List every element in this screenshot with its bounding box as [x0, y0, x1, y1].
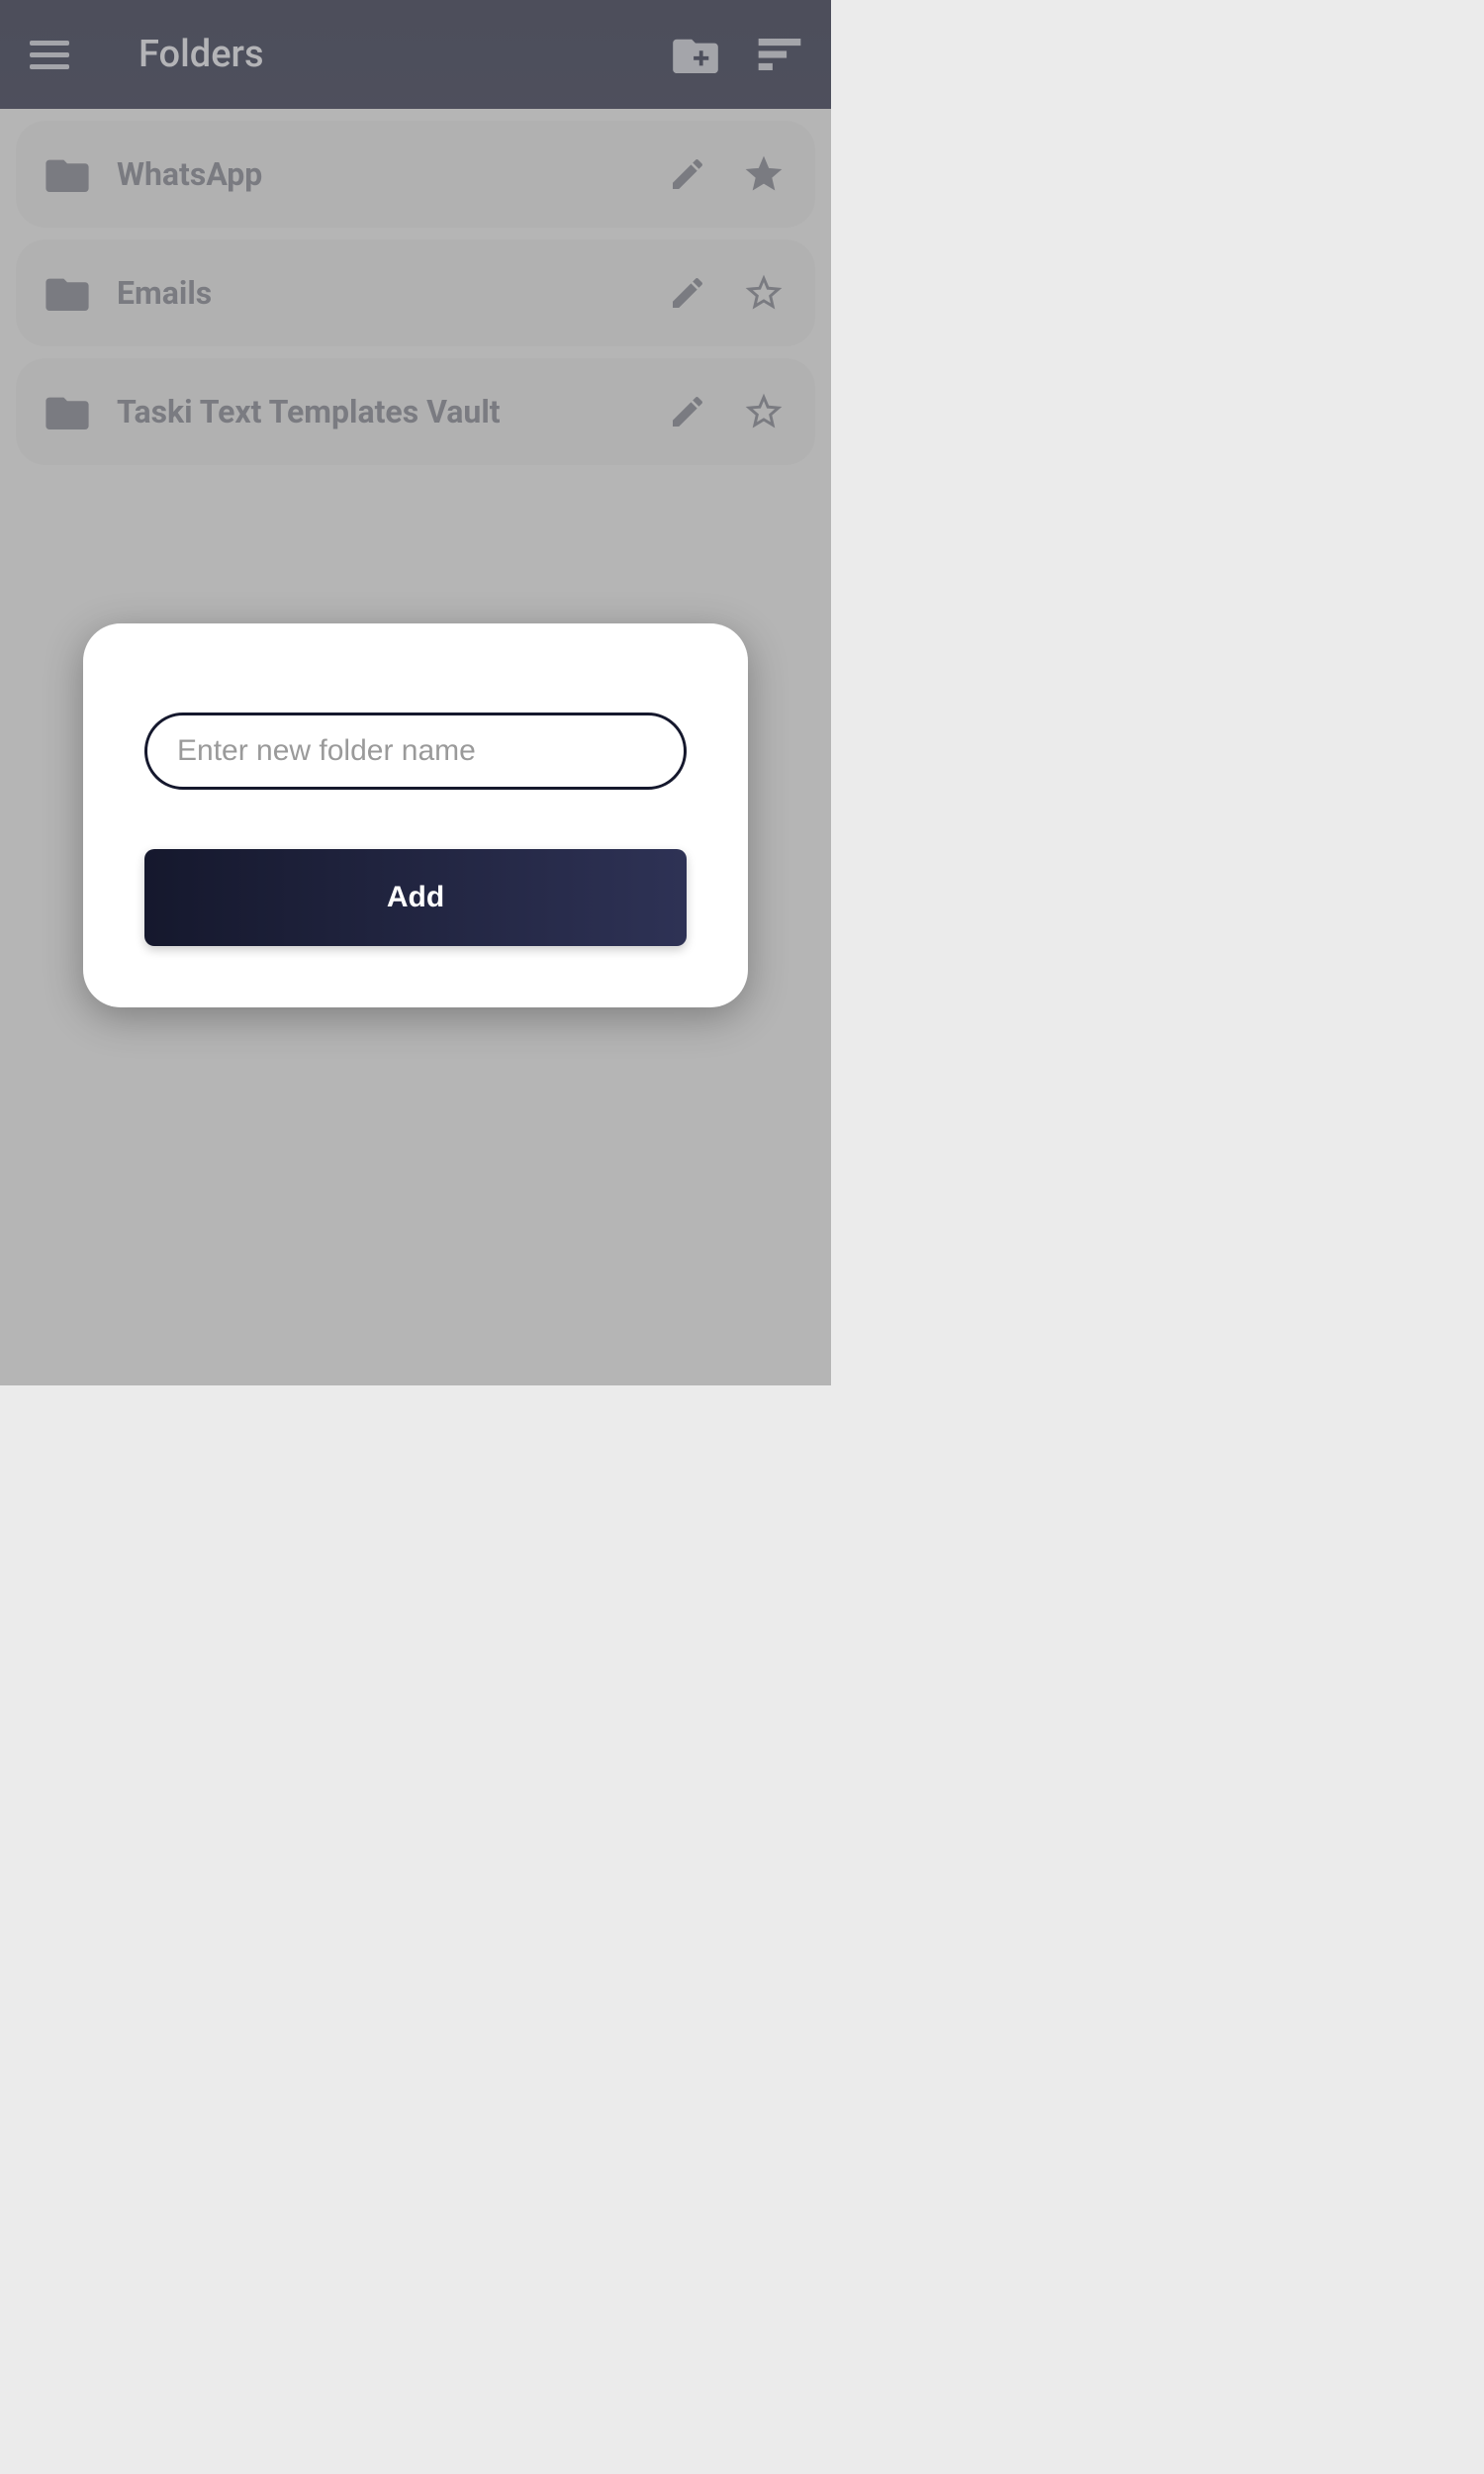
new-folder-modal: Add: [83, 623, 748, 1007]
add-button[interactable]: Add: [144, 849, 687, 946]
modal-overlay[interactable]: Add: [0, 0, 831, 1385]
folder-name-input[interactable]: [144, 713, 687, 790]
